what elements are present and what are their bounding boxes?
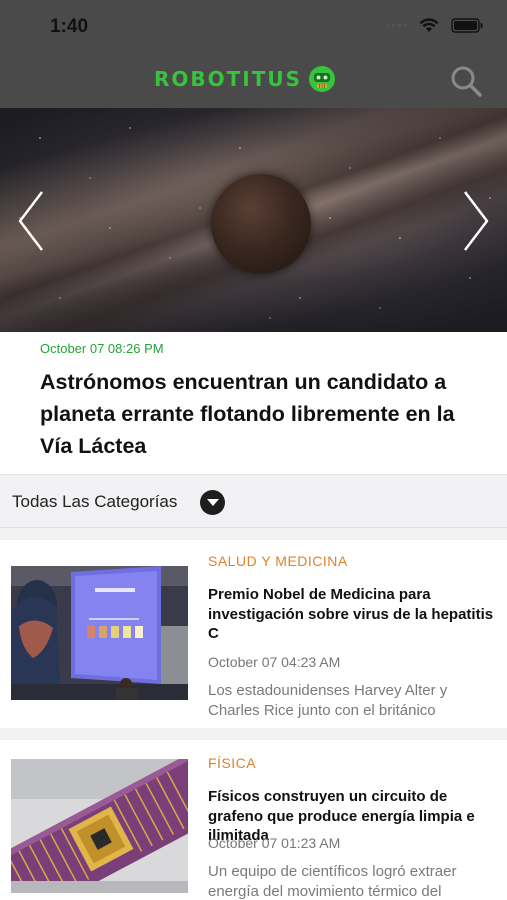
featured-date: October 07 08:26 PM <box>40 341 164 356</box>
categories-dropdown[interactable]: Todas Las Categorías <box>0 474 507 528</box>
search-icon[interactable] <box>449 64 483 98</box>
article-date: October 07 04:23 AM <box>208 654 341 670</box>
status-bar: 1:40 <box>0 0 507 52</box>
featured-article[interactable]: October 07 08:26 PM Astrónomos encuentra… <box>0 332 507 474</box>
list-item[interactable]: FÍSICA Físicos construyen un circuito de… <box>0 740 507 900</box>
status-icons <box>386 18 483 33</box>
signal-icon <box>386 24 407 27</box>
article-category: FÍSICA <box>208 755 257 771</box>
article-date: October 07 01:23 AM <box>208 835 341 851</box>
article-excerpt: Un equipo de científicos logró extraer e… <box>208 863 457 900</box>
categories-label: Todas Las Categorías <box>12 492 178 511</box>
article-category: SALUD Y MEDICINA <box>208 553 348 569</box>
battery-icon <box>451 18 483 33</box>
robot-face-icon <box>309 66 336 92</box>
chevron-right-icon[interactable] <box>453 186 493 256</box>
chevron-down-icon[interactable] <box>200 490 225 515</box>
chevron-left-icon[interactable] <box>14 186 54 256</box>
status-time: 1:40 <box>50 16 89 37</box>
hero-carousel[interactable] <box>0 108 507 332</box>
wifi-icon <box>419 18 439 32</box>
article-thumbnail <box>11 759 188 893</box>
featured-title[interactable]: Astrónomos encuentran un candidato a pla… <box>40 366 480 462</box>
logo[interactable]: ROBOTITUS <box>154 65 336 93</box>
article-thumbnail <box>11 566 188 700</box>
article-title[interactable]: Premio Nobel de Medicina para investigac… <box>208 585 498 644</box>
app-header: ROBOTITUS <box>0 52 507 108</box>
logo-text: ROBOTITUS <box>154 67 303 91</box>
article-excerpt: Los estadounidenses Harvey Alter y Charl… <box>208 682 448 719</box>
list-item[interactable]: SALUD Y MEDICINA Premio Nobel de Medicin… <box>0 540 507 728</box>
hero-planet <box>211 174 311 274</box>
